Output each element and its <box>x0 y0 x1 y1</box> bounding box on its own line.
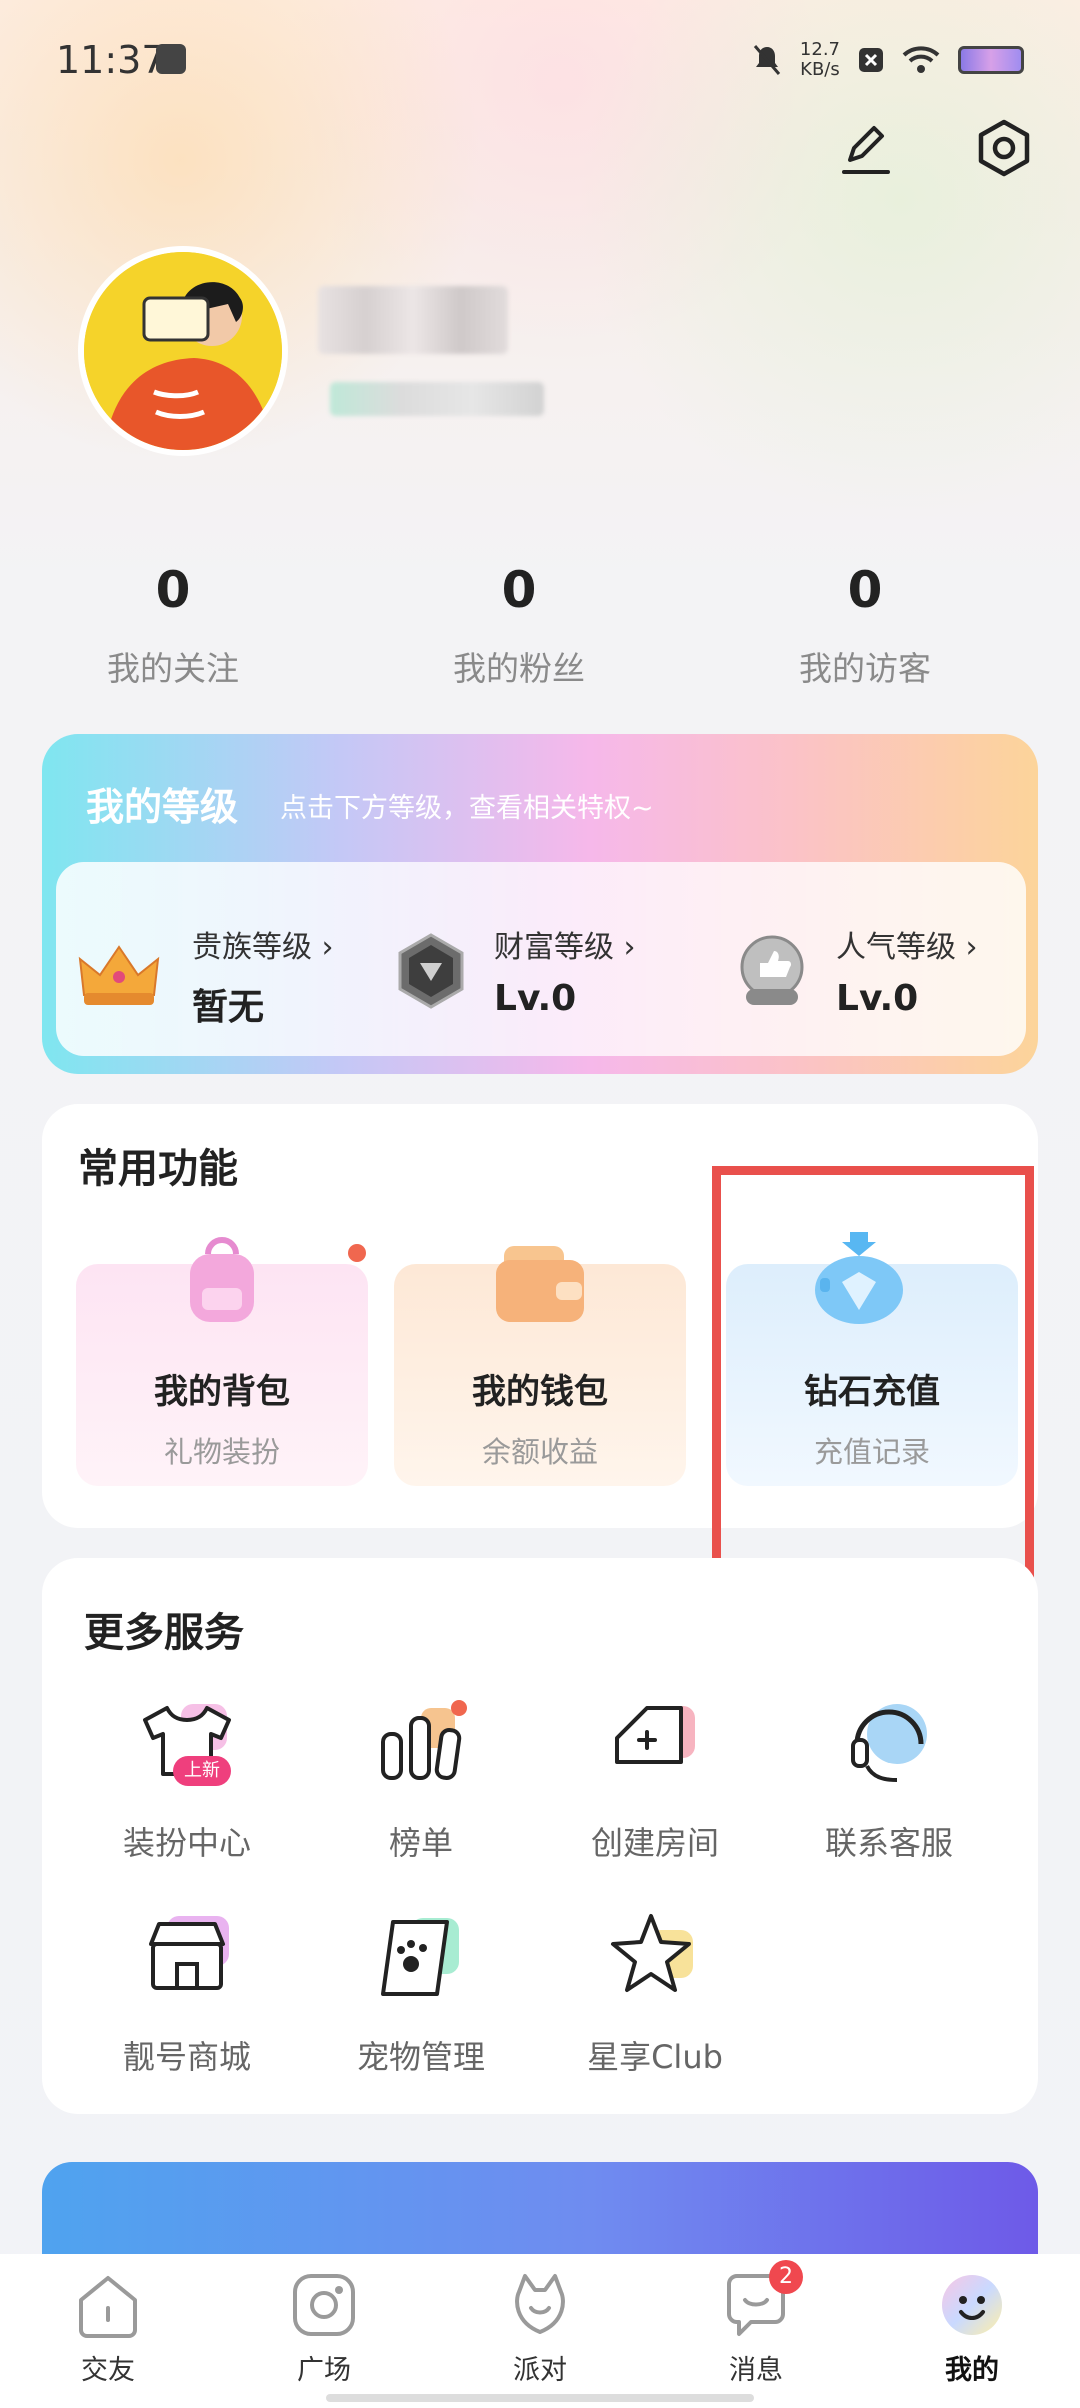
more-services-title: 更多服务 <box>84 1610 244 1656</box>
backpack-icon <box>190 1237 254 1322</box>
home-indicator <box>326 2394 754 2402</box>
stat-label: 我的粉丝 <box>453 649 585 688</box>
shop-icon <box>149 1916 229 1990</box>
username-blurred <box>318 286 508 354</box>
service-contact-support[interactable]: 联系客服 <box>774 1694 1004 1864</box>
tab-me[interactable]: 我的 <box>864 2270 1080 2387</box>
edit-icon[interactable] <box>836 118 896 178</box>
service-dressup-center[interactable]: 上新 装扮中心 <box>72 1694 302 1864</box>
headset-icon <box>851 1704 927 1782</box>
stat-visitors[interactable]: 0 我的访客 <box>692 560 1038 690</box>
service-label: 星享Club <box>587 2038 723 2076</box>
level-label: 财富等级 › <box>494 930 636 965</box>
level-value: Lv.0 <box>494 978 577 1019</box>
wifi-icon <box>902 46 940 73</box>
stat-label: 我的访客 <box>799 649 931 688</box>
stat-fans[interactable]: 0 我的粉丝 <box>346 560 692 690</box>
stat-value: 0 <box>155 561 191 619</box>
tab-label: 我的 <box>945 2355 999 2386</box>
service-label: 创建房间 <box>590 1824 719 1862</box>
level-label: 人气等级 › <box>836 930 978 965</box>
level-card-title: 我的等级 <box>86 785 239 829</box>
service-label: 装扮中心 <box>122 1824 251 1862</box>
level-label: 贵族等级 › <box>192 930 334 965</box>
tab-friends[interactable]: 交友 <box>0 2270 216 2387</box>
storage-icon <box>156 44 186 74</box>
mute-bell-icon <box>753 45 781 75</box>
function-sub: 礼物装扮 <box>163 1435 280 1469</box>
create-room-icon <box>615 1706 695 1764</box>
tab-label: 广场 <box>297 2355 351 2386</box>
level-card-subtitle: 点击下方等级，查看相关特权~ <box>280 793 654 824</box>
level-value: 暂无 <box>192 987 265 1028</box>
battery-icon <box>958 46 1024 74</box>
close-box-icon <box>859 48 883 72</box>
stat-value: 0 <box>501 561 537 619</box>
tab-plaza[interactable]: 广场 <box>216 2270 432 2387</box>
plaza-icon <box>293 2274 355 2336</box>
tab-label: 消息 <box>729 2355 783 2386</box>
net-speed-value: 12.7 <box>799 39 840 60</box>
message-badge: 2 <box>769 2260 803 2294</box>
service-label: 联系客服 <box>824 1824 953 1862</box>
tab-label: 交友 <box>81 2355 135 2386</box>
popularity-badge-icon <box>740 935 804 1005</box>
service-star-club[interactable]: 星享Club <box>540 1908 770 2078</box>
new-badge: 上新 <box>173 1756 231 1786</box>
crown-icon <box>78 945 160 1005</box>
stat-value: 0 <box>847 561 883 619</box>
level-item-noble[interactable]: 贵族等级 › 暂无 <box>76 922 334 1030</box>
stat-label: 我的关注 <box>107 649 239 688</box>
tab-label: 派对 <box>513 2355 567 2386</box>
level-value: Lv.0 <box>836 978 919 1019</box>
function-name: 我的背包 <box>154 1372 290 1412</box>
home-icon <box>79 2276 137 2338</box>
wallet-icon <box>496 1246 584 1322</box>
party-icon <box>515 2274 565 2334</box>
star-icon <box>611 1914 693 1992</box>
status-bar: 11:37 12.7 KB/s <box>0 0 1080 120</box>
service-number-shop[interactable]: 靓号商城 <box>72 1908 302 2078</box>
tab-party[interactable]: 派对 <box>432 2270 648 2387</box>
service-label: 靓号商城 <box>122 2038 251 2076</box>
me-face-icon <box>942 2275 1002 2335</box>
avatar[interactable] <box>78 246 288 456</box>
settings-icon[interactable] <box>974 118 1034 178</box>
function-name: 我的钱包 <box>472 1372 608 1412</box>
common-functions-title: 常用功能 <box>78 1146 238 1192</box>
level-item-wealth[interactable]: 财富等级 › Lv.0 <box>396 922 636 1019</box>
service-pet-management[interactable]: 宠物管理 <box>306 1908 536 2078</box>
function-sub: 余额收益 <box>481 1435 598 1469</box>
avatar-image <box>84 252 282 450</box>
service-ranking[interactable]: 榜单 <box>306 1694 536 1864</box>
pet-paw-icon <box>381 1918 459 1996</box>
status-time: 11:37 <box>56 38 166 82</box>
status-icons: 12.7 KB/s <box>752 40 1024 80</box>
stat-following[interactable]: 0 我的关注 <box>0 560 346 690</box>
level-item-popularity[interactable]: 人气等级 › Lv.0 <box>732 922 978 1019</box>
ranking-icon <box>381 1700 467 1780</box>
highlight-box <box>712 1166 1034 1578</box>
service-create-room[interactable]: 创建房间 <box>540 1694 770 1864</box>
net-speed-unit: KB/s <box>800 59 840 80</box>
service-label: 宠物管理 <box>356 2038 485 2076</box>
tab-messages[interactable]: 2 消息 <box>648 2260 864 2387</box>
backpack-dot <box>348 1244 366 1262</box>
net-speed: 12.7 KB/s <box>800 40 840 80</box>
user-id-blurred <box>330 382 544 416</box>
service-label: 榜单 <box>388 1824 453 1862</box>
wealth-badge-icon <box>398 932 464 1009</box>
